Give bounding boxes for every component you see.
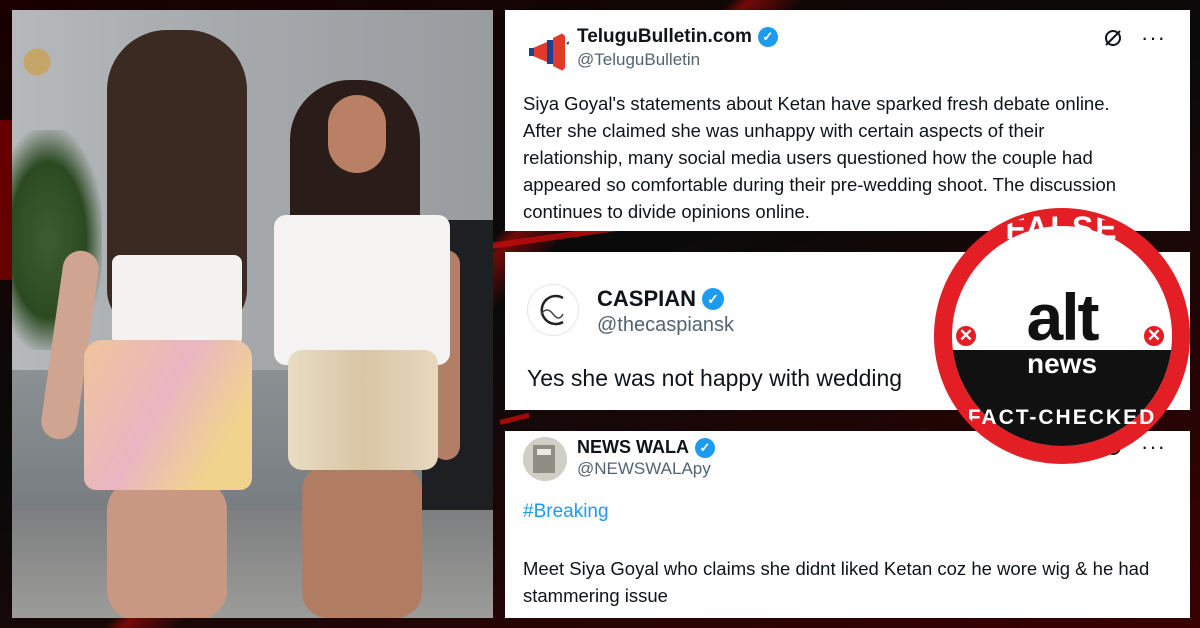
tweet-actions: ··· (1103, 27, 1166, 49)
megaphone-icon[interactable] (523, 28, 571, 76)
tweet-text: Meet Siya Goyal who claims she didnt lik… (523, 558, 1150, 606)
person-left-legs (107, 480, 227, 618)
tweet-author-name[interactable]: TeluguBulletin.com ✓ (577, 26, 778, 48)
stamp-fact-checked-label: FACT-CHECKED (967, 406, 1157, 429)
wall-logo (20, 32, 54, 92)
author-name-text[interactable]: TeluguBulletin.com (577, 26, 752, 48)
hashtag-link[interactable]: #Breaking (523, 501, 609, 523)
verified-badge-icon: ✓ (695, 437, 715, 458)
tweet-author-handle[interactable]: @NEWSWALApy (577, 459, 711, 479)
grok-icon[interactable] (1103, 28, 1123, 48)
tweet-text: Siya Goyal's statements about Ketan have… (523, 93, 1117, 222)
person-right-top (274, 215, 450, 365)
stamp-logo-news: news (1026, 348, 1098, 379)
verified-badge-icon: ✓ (757, 27, 778, 47)
person-left-skirt (84, 340, 252, 490)
caspian-logo-icon[interactable] (527, 284, 579, 336)
video-still-photo (12, 10, 493, 618)
tweet-author-name[interactable]: CASPIAN ✓ (597, 286, 725, 312)
x-mark-icon: ✕ (1142, 324, 1166, 348)
person-left-top (112, 255, 242, 345)
newswala-avatar-icon[interactable] (523, 437, 567, 481)
tweet-card[interactable]: NEWS WALA ✓ @NEWSWALApy ··· #Breaking Me… (505, 431, 1190, 618)
tweet-author-handle[interactable]: @thecaspiansk (597, 314, 734, 337)
fact-check-stamp: FALSE alt news FACT-CHECKED ✕ ✕ (938, 212, 1186, 460)
stamp-false-label: FALSE (1005, 212, 1119, 246)
person-right-skirt (288, 350, 438, 470)
tweet-author-handle[interactable]: @TeluguBulletin (577, 50, 700, 70)
more-options-icon[interactable]: ··· (1141, 27, 1166, 49)
tweet-card[interactable]: TeluguBulletin.com ✓ @TeluguBulletin ···… (505, 10, 1190, 231)
stamp-logo-alt: alt (1026, 280, 1099, 354)
verified-badge-icon: ✓ (702, 288, 725, 310)
author-name-text[interactable]: CASPIAN (597, 286, 696, 312)
person-right-legs (302, 465, 422, 618)
person-right-face (328, 95, 386, 173)
tweet-author-name[interactable]: NEWS WALA ✓ (577, 437, 715, 458)
x-mark-icon: ✕ (954, 324, 978, 348)
author-name-text[interactable]: NEWS WALA (577, 437, 689, 458)
tweet-text: Yes she was not happy with wedding (527, 365, 903, 391)
